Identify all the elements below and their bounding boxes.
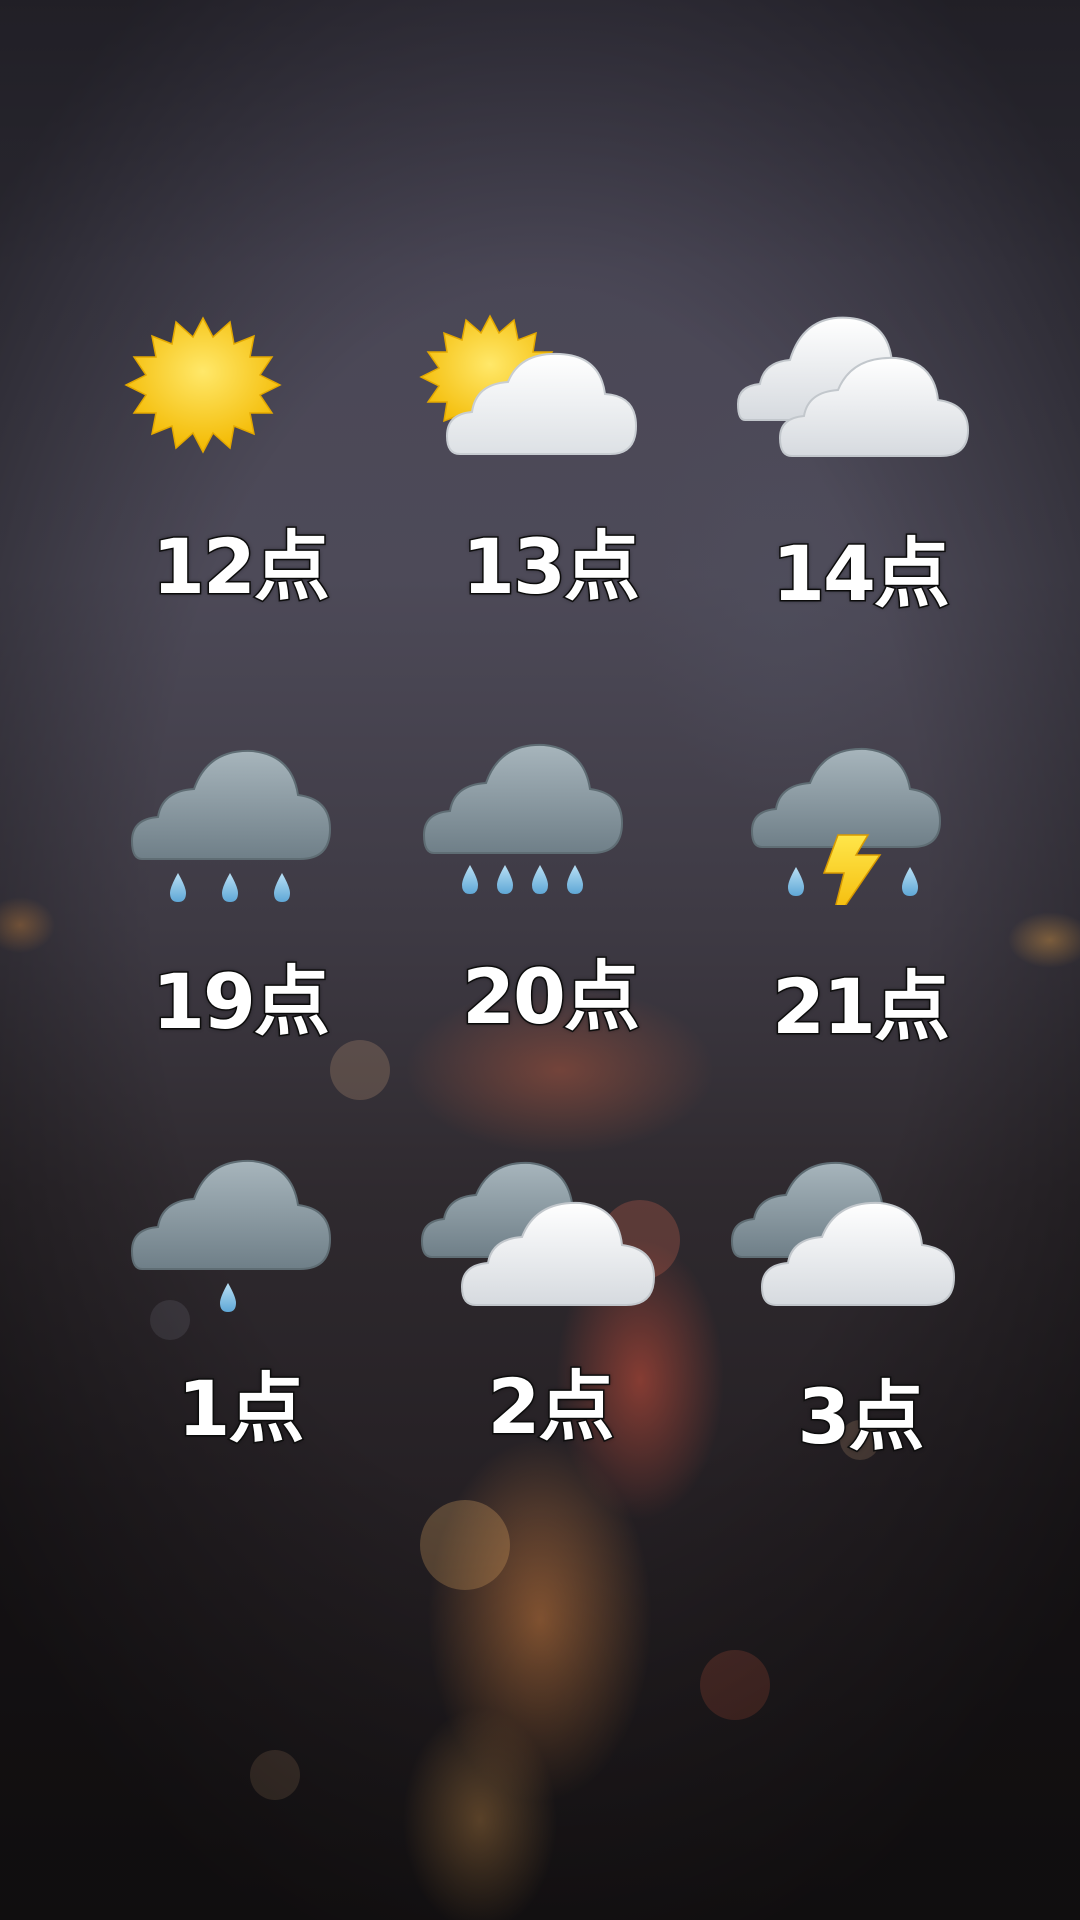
forecast-time-label: 13点 xyxy=(461,521,642,613)
forecast-cell-21: 21点 xyxy=(710,735,1010,1053)
forecast-time-label: 20点 xyxy=(461,951,642,1043)
forecast-cell-1: 1点 xyxy=(90,1145,390,1455)
forecast-time-label: 3点 xyxy=(796,1371,926,1463)
forecast-time-label: 1点 xyxy=(176,1363,306,1455)
forecast-cell-19: 19点 xyxy=(90,735,390,1048)
sun-icon xyxy=(124,316,282,454)
forecast-time-label: 14点 xyxy=(771,528,952,620)
forecast-cell-3: 3点 xyxy=(710,1145,1010,1463)
forecast-cell-2: 2点 xyxy=(400,1145,700,1453)
forecast-cell-13: 13点 xyxy=(400,300,700,613)
partly-sunny-icon xyxy=(419,314,638,455)
forecast-time-label: 2点 xyxy=(486,1361,616,1453)
heavy-rain-icon xyxy=(422,743,624,894)
forecast-cell-12: 12点 xyxy=(90,300,390,613)
thunderstorm-icon xyxy=(750,747,942,905)
cloudy-icon xyxy=(736,316,970,457)
forecast-cell-20: 20点 xyxy=(400,735,700,1043)
light-rain-icon xyxy=(130,1159,332,1312)
hourly-forecast-grid: 12点 13点 14点 19点 20点 21点 1点 2点 3点 xyxy=(0,0,1080,1920)
overcast-icon xyxy=(730,1161,956,1306)
overcast-icon xyxy=(420,1161,656,1306)
forecast-time-label: 19点 xyxy=(151,956,332,1048)
forecast-cell-14: 14点 xyxy=(710,300,1010,620)
rain-icon xyxy=(130,749,332,902)
forecast-time-label: 12点 xyxy=(151,521,332,613)
forecast-time-label: 21点 xyxy=(771,961,952,1053)
